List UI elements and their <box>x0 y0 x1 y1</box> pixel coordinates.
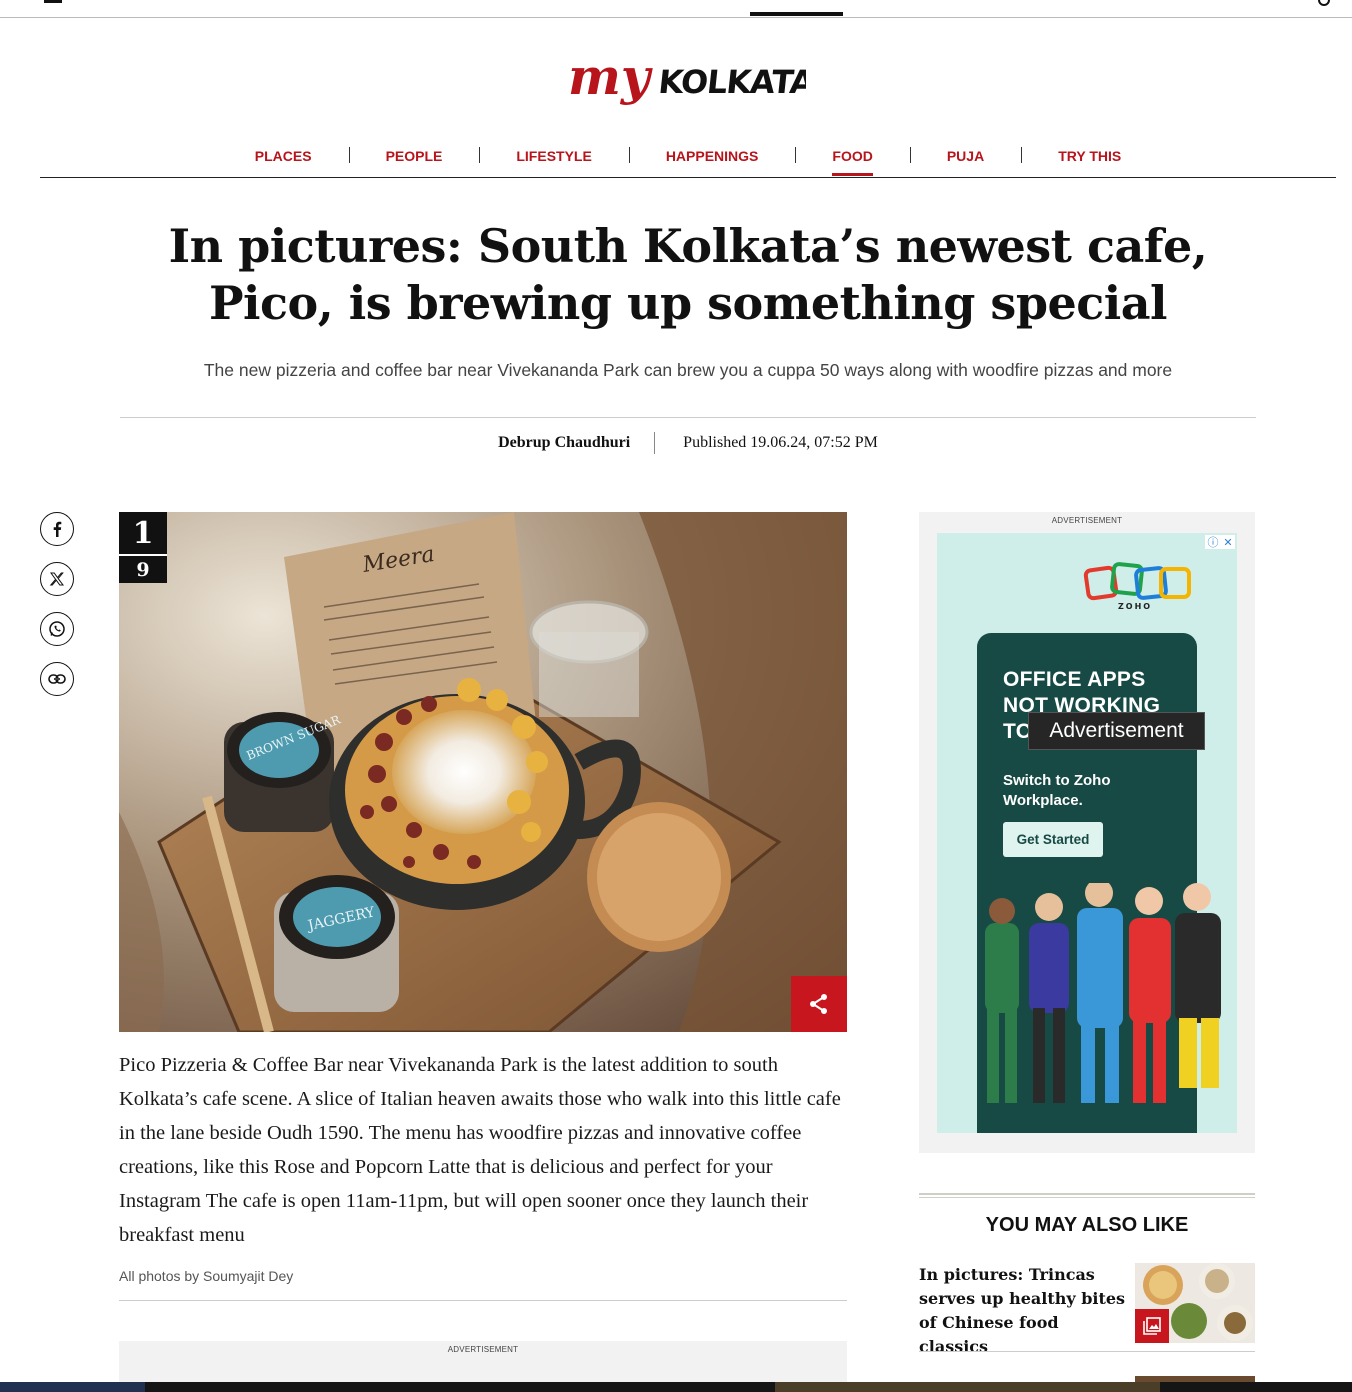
share-column <box>40 512 74 712</box>
logo-my: my <box>568 50 653 106</box>
my-kolkata-logo: my KOLKATA <box>568 47 817 106</box>
ad-people-illustration <box>985 883 1221 1103</box>
nav-item-label: TRY THIS <box>1058 148 1122 164</box>
sidebar-advertisement: ADVERTISEMENT ⓘ ✕ ZOHO OFFICE APPS NOT W… <box>919 512 1255 1153</box>
search-icon[interactable] <box>1318 0 1330 6</box>
top-tab-active-indicator <box>750 12 843 16</box>
nav-item-try-this[interactable]: TRY THIS <box>1021 138 1158 174</box>
nav-item-label: PLACES <box>254 148 312 164</box>
main-navigation: PLACES PEOPLE LIFESTYLE HAPPENINGS FOOD PUJA T… <box>40 138 1336 178</box>
gallery-photo[interactable]: Meera BROWN SUGAR JAGGERY <box>119 512 847 1032</box>
byline: Debrup Chaudhuri Published 19.06.24, 07:… <box>120 432 1256 454</box>
nav-item-label: HAPPENINGS <box>665 148 759 164</box>
facebook-share-button[interactable] <box>40 512 74 546</box>
ad-get-started-button[interactable]: Get Started <box>1003 822 1103 857</box>
zoho-ad-creative[interactable]: ⓘ ✕ ZOHO OFFICE APPS NOT WORKING TO Swit… <box>937 533 1237 1133</box>
divider <box>120 417 1256 418</box>
copy-link-button[interactable] <box>40 662 74 696</box>
related-article[interactable]: In pictures: Trincas serves up healthy b… <box>919 1263 1255 1356</box>
nav-item-people[interactable]: PEOPLE <box>348 138 480 174</box>
photo-credit: All photos by Soumyajit Dey <box>119 1268 294 1284</box>
article-subtitle: The new pizzeria and coffee bar near Viv… <box>203 360 1173 380</box>
related-article-title[interactable]: In pictures: Trincas serves up healthy b… <box>919 1263 1131 1359</box>
taskbar-segment <box>775 1382 1160 1392</box>
x-share-button[interactable] <box>40 562 74 596</box>
nav-item-lifestyle[interactable]: LIFESTYLE <box>479 138 628 174</box>
related-heading: YOU MAY ALSO LIKE <box>985 1214 1189 1236</box>
nav-item-food[interactable]: FOOD <box>795 138 909 176</box>
publish-date: Published 19.06.24, 07:52 PM <box>683 434 878 451</box>
taskbar-segment <box>0 1382 145 1392</box>
divider <box>919 1351 1255 1352</box>
article-title: In pictures: South Kolkata’s newest cafe… <box>168 219 1208 330</box>
nav-list: PLACES PEOPLE LIFESTYLE HAPPENINGS FOOD PUJA T… <box>40 138 1336 176</box>
link-icon <box>48 674 66 684</box>
ad-label: ADVERTISEMENT <box>1051 516 1123 525</box>
menu-icon[interactable] <box>44 0 62 4</box>
whatsapp-share-button[interactable] <box>40 612 74 646</box>
ad-subline: Switch to Zoho Workplace. <box>1003 772 1111 809</box>
related-article-thumbnail[interactable] <box>1135 1263 1255 1343</box>
divider <box>919 1193 1255 1198</box>
zoho-brand-text: ZOHO <box>1118 602 1152 611</box>
photo-caption: Pico Pizzeria & Coffee Bar near Vivekana… <box>119 1054 841 1246</box>
zoho-logo: ZOHO <box>1083 562 1191 611</box>
share-icon <box>810 994 827 1014</box>
nav-item-label: PUJA <box>946 148 985 164</box>
nav-item-places[interactable]: PLACES <box>218 138 349 174</box>
facebook-icon <box>53 521 62 537</box>
logo-city: KOLKATA <box>657 63 806 101</box>
gallery-counter: 1 9 <box>119 512 167 583</box>
gallery-total: 9 <box>119 556 167 583</box>
taskbar <box>0 1382 1352 1392</box>
nav-item-label: LIFESTYLE <box>516 148 592 164</box>
advertisement-tooltip: Advertisement <box>1028 712 1205 750</box>
gallery-current-index: 1 <box>119 512 167 554</box>
nav-item-label: FOOD <box>832 148 874 176</box>
photo-gallery-icon <box>1143 1317 1161 1335</box>
site-logo[interactable]: my KOLKATA <box>566 47 817 116</box>
gallery-icon <box>1135 1309 1169 1343</box>
x-icon <box>49 572 64 586</box>
ad-label: ADVERTISEMENT <box>447 1345 519 1354</box>
ad-card: OFFICE APPS NOT WORKING TO Switch to Zoh… <box>977 633 1221 1133</box>
photo-share-button[interactable] <box>791 976 847 1032</box>
top-utility-bar <box>0 0 1352 18</box>
divider <box>119 1300 847 1301</box>
nav-item-label: PEOPLE <box>385 148 443 164</box>
nav-item-happenings[interactable]: HAPPENINGS <box>628 138 796 174</box>
rose-popcorn-latte-photo: Meera BROWN SUGAR JAGGERY <box>119 512 847 1032</box>
whatsapp-icon <box>49 621 65 637</box>
nav-item-puja[interactable]: PUJA <box>909 138 1021 174</box>
author-name[interactable]: Debrup Chaudhuri <box>498 432 656 454</box>
